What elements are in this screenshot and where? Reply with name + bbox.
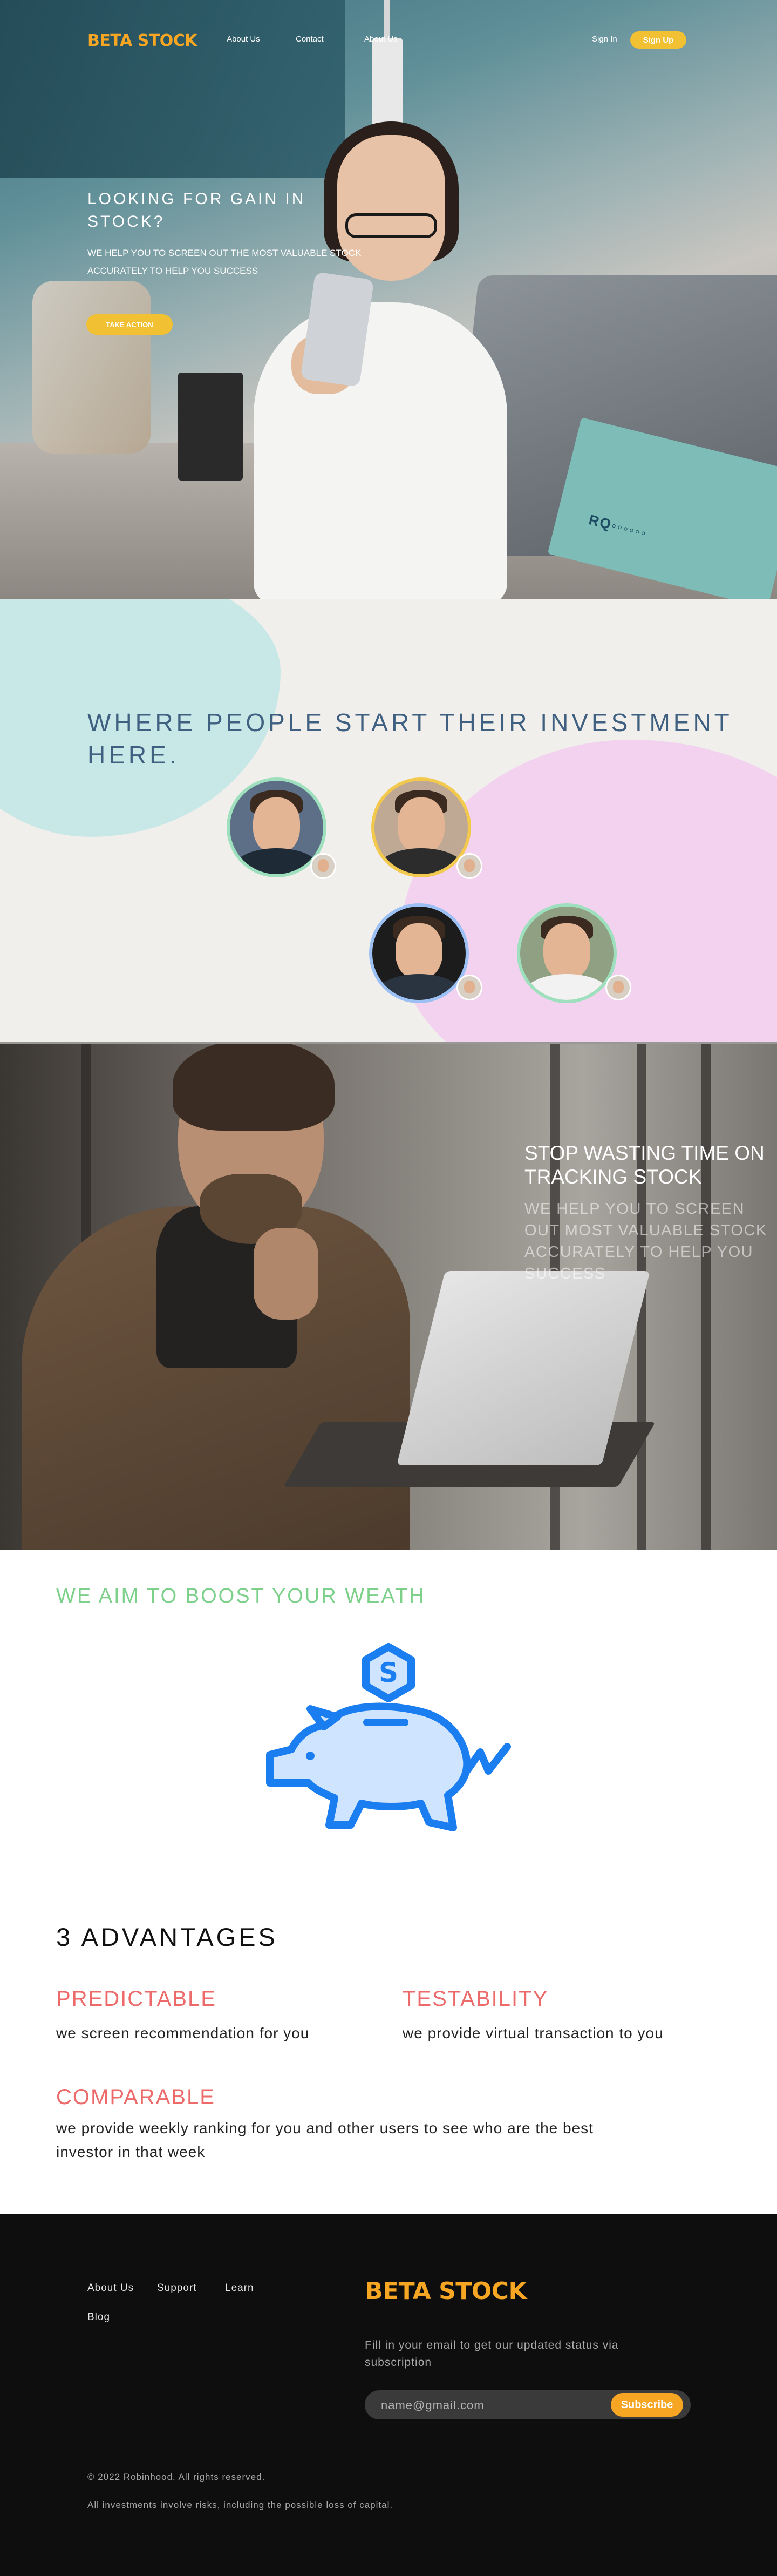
mini-avatar-face: [464, 981, 475, 993]
mini-avatar: [605, 975, 631, 1000]
footer-link-support[interactable]: Support: [157, 2282, 197, 2294]
footer-link-about-us[interactable]: About Us: [87, 2282, 134, 2294]
advantages-count-title: 3 ADVANTAGES: [56, 1923, 278, 1951]
nav-contact[interactable]: Contact: [296, 35, 324, 44]
hero-cup: [178, 373, 243, 481]
advantage-desc-predictable: we screen recommendation for you: [56, 2025, 310, 2041]
mini-avatar: [310, 853, 336, 879]
tracking-subtext: WE HELP YOU TO SCREEN OUT MOST VALUABLE …: [524, 1200, 767, 1282]
brand-logo[interactable]: BETA STOCK: [87, 31, 197, 50]
nav-about-us-2[interactable]: About Us: [364, 35, 398, 44]
subscribe-button[interactable]: Subscribe: [611, 2393, 683, 2417]
advantage-desc-comparable: we provide weekly ranking for you and ot…: [56, 2120, 594, 2160]
footer-link-blog[interactable]: Blog: [87, 2311, 110, 2323]
avatar-shirt: [379, 848, 464, 874]
footer: About Us Support Learn Blog BETA STOCK F…: [0, 2214, 777, 2576]
mini-avatar: [456, 975, 482, 1000]
avatar-face: [398, 797, 445, 854]
advantage-title-testability: TESTABILITY: [403, 1987, 549, 2011]
avatar-shirt: [234, 848, 319, 874]
mini-avatar-face: [612, 981, 624, 993]
nav-about-us[interactable]: About Us: [227, 35, 260, 44]
hero-section: RQ◦◦◦◦◦◦ BETA STOCK About Us Contact Abo…: [0, 0, 777, 599]
user-avatar: [371, 777, 471, 877]
svg-text:S: S: [379, 1657, 398, 1688]
tracking-title: STOP WASTING TIME ON TRACKING STOCK: [524, 1142, 765, 1188]
avatar-face: [253, 797, 300, 854]
take-action-button[interactable]: TAKE ACTION: [86, 314, 173, 335]
man-hair: [173, 1044, 335, 1131]
avatar-face: [396, 923, 442, 979]
risk-disclaimer: All investments involve risks, including…: [87, 2500, 393, 2510]
avatar-face: [543, 923, 590, 979]
subscribe-description: Fill in your email to get our updated st…: [365, 2339, 619, 2369]
hero-subtext: WE HELP YOU TO SCREEN OUT THE MOST VALUA…: [87, 248, 362, 276]
mini-avatar: [456, 853, 482, 879]
people-title: WHERE PEOPLE START THEIR INVESTMENT HERE…: [87, 708, 732, 769]
window-frame: [701, 1044, 711, 1552]
people-section: WHERE PEOPLE START THEIR INVESTMENT HERE…: [0, 599, 777, 1042]
piggy-bank-coin-icon: S: [266, 1643, 511, 1831]
advantages-section: WE AIM TO BOOST YOUR WEATH S 3 ADVANTAGE…: [0, 1550, 777, 2214]
email-input[interactable]: [380, 2390, 609, 2421]
advantage-title-comparable: COMPARABLE: [56, 2085, 215, 2109]
subscribe-form: Subscribe: [365, 2390, 691, 2421]
hero-headline: LOOKING FOR GAIN IN STOCK?: [87, 190, 306, 231]
footer-brand-logo[interactable]: BETA STOCK: [365, 2277, 527, 2305]
avatar-shirt: [524, 973, 609, 1000]
mini-avatar-face: [317, 859, 329, 872]
avatar-shirt: [377, 973, 461, 1000]
hero-pencil-holder: [32, 281, 151, 454]
copyright-text: © 2022 Robinhood. All rights reserved.: [87, 2472, 265, 2482]
advantage-desc-testability: we provide virtual transaction to you: [403, 2025, 664, 2041]
footer-link-learn[interactable]: Learn: [225, 2282, 254, 2294]
hero-background-wall: [0, 0, 345, 178]
boost-wealth-heading: WE AIM TO BOOST YOUR WEATH: [56, 1585, 426, 1607]
user-avatar: [369, 903, 469, 1003]
tracking-section: STOP WASTING TIME ON TRACKING STOCK WE H…: [0, 1042, 777, 1552]
man-hand: [254, 1228, 318, 1320]
mini-avatar-face: [464, 859, 475, 872]
sign-up-button[interactable]: Sign Up: [630, 31, 686, 49]
sign-in-link[interactable]: Sign In: [592, 35, 617, 44]
user-avatar: [517, 903, 617, 1003]
advantage-title-predictable: PREDICTABLE: [56, 1987, 216, 2011]
hero-person-body: [254, 302, 507, 599]
hero-lamp: [372, 38, 403, 135]
